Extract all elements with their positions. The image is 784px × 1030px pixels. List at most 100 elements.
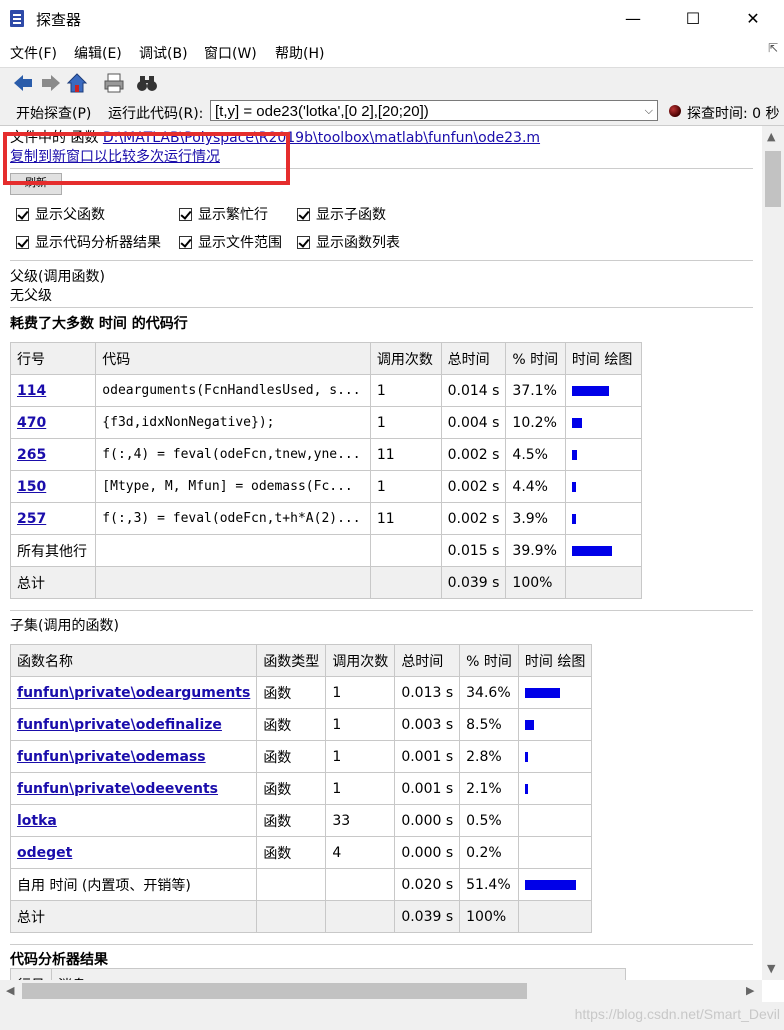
table-header-row: 行号 消息 xyxy=(10,968,626,980)
show-analyzer-checkbox[interactable]: 显示代码分析器结果 xyxy=(16,232,161,252)
show-file-coverage-checkbox[interactable]: 显示文件范围 xyxy=(179,232,282,252)
function-type-cell: 函数 xyxy=(256,708,327,741)
print-icon[interactable] xyxy=(103,72,125,94)
table-row: 114 odearguments(FcnHandlesUsed, s... 1 … xyxy=(9,374,643,407)
function-name-link[interactable]: lotka xyxy=(17,813,57,829)
line-number-link[interactable]: 470 xyxy=(17,415,46,431)
watermark-text: https://blog.csdn.net/Smart_Devil xyxy=(574,1006,780,1022)
calls-cell: 1 xyxy=(369,470,442,503)
analyzer-table: 行号 消息 xyxy=(10,968,626,980)
chevron-down-icon[interactable]: ⌵ xyxy=(645,101,653,122)
function-name-link[interactable]: funfun\private\odeevents xyxy=(17,781,218,797)
menu-overflow-icon[interactable]: ⇱ xyxy=(768,41,778,55)
close-button[interactable]: ✕ xyxy=(730,6,776,32)
calls-cell: 33 xyxy=(325,804,396,837)
other-lines-label: 所有其他行 xyxy=(9,534,97,567)
table-row: funfun\private\odeevents 函数 1 0.001 s 2.… xyxy=(9,772,593,805)
maximize-button[interactable]: ☐ xyxy=(670,6,716,32)
divider xyxy=(10,260,753,261)
forward-arrow-icon[interactable] xyxy=(40,72,62,94)
line-number-link[interactable]: 265 xyxy=(17,447,46,463)
percent-cell: 100% xyxy=(459,900,519,933)
column-header: 函数类型 xyxy=(256,644,327,677)
find-binoculars-icon[interactable] xyxy=(136,72,158,94)
time-plot-bar xyxy=(571,545,612,556)
code-cell: {f3d,idxNonNegative}); xyxy=(95,406,371,439)
horizontal-scrollbar[interactable]: ◀ ▶ xyxy=(0,980,762,1002)
profiler-app-icon xyxy=(10,10,24,27)
show-parents-checkbox[interactable]: 显示父函数 xyxy=(16,204,105,224)
line-number-link[interactable]: 114 xyxy=(17,383,46,399)
total-row: 总计 0.039 s 100% xyxy=(9,566,643,599)
function-name-link[interactable]: funfun\private\odemass xyxy=(17,749,206,765)
function-name-link[interactable]: funfun\private\odefinalize xyxy=(17,717,222,733)
time-plot-bar xyxy=(571,481,576,492)
time-plot-bar xyxy=(571,417,582,428)
line-number-link[interactable]: 257 xyxy=(17,511,46,527)
horizontal-scroll-thumb[interactable] xyxy=(22,983,527,999)
table-row: odeget 函数 4 0.000 s 0.2% xyxy=(9,836,593,869)
checkbox-checked-icon xyxy=(179,208,192,221)
busy-lines-title: 耗费了大多数 时间 的代码行 xyxy=(10,316,188,332)
total-row: 总计 0.039 s 100% xyxy=(9,900,593,933)
column-header: 总时间 xyxy=(394,644,461,677)
vertical-scrollbar[interactable]: ▲ ▼ xyxy=(762,126,784,980)
percent-cell: 51.4% xyxy=(459,868,519,901)
menu-edit[interactable]: 编辑(E) xyxy=(74,43,122,63)
analyzer-title: 代码分析器结果 xyxy=(10,952,108,968)
time-plot-cell xyxy=(517,740,593,773)
time-cell: 0.002 s xyxy=(440,438,507,471)
function-name-link[interactable]: funfun\private\odearguments xyxy=(17,685,250,701)
show-function-listing-checkbox[interactable]: 显示函数列表 xyxy=(297,232,400,252)
parents-title: 父级(调用函数) xyxy=(10,269,105,285)
toolbar xyxy=(0,67,784,99)
time-plot-bar xyxy=(571,385,609,396)
scroll-left-icon[interactable]: ◀ xyxy=(6,984,14,997)
time-plot-cell xyxy=(564,406,643,439)
menu-help[interactable]: 帮助(H) xyxy=(275,43,324,63)
title-bar: 探查器 — ☐ ✕ xyxy=(0,0,784,38)
menu-debug[interactable]: 调试(B) xyxy=(139,43,188,63)
back-arrow-icon[interactable] xyxy=(12,72,34,94)
column-header: 行号 xyxy=(10,968,52,980)
scroll-up-icon[interactable]: ▲ xyxy=(767,130,775,143)
function-name-link[interactable]: odeget xyxy=(17,845,72,861)
table-row: funfun\private\odearguments 函数 1 0.013 s… xyxy=(9,676,593,709)
column-header: 行号 xyxy=(9,342,97,375)
window-title: 探查器 xyxy=(36,11,82,29)
calls-cell: 1 xyxy=(325,708,396,741)
time-cell: 0.001 s xyxy=(394,740,461,773)
time-plot-bar xyxy=(524,751,528,762)
run-code-input[interactable]: [t,y] = ode23('lotka',[0 2],[20;20]) ⌵ xyxy=(210,100,658,121)
function-type-cell: 函数 xyxy=(256,836,327,869)
percent-cell: 100% xyxy=(505,566,566,599)
show-children-checkbox[interactable]: 显示子函数 xyxy=(297,204,386,224)
calls-cell: 11 xyxy=(369,438,442,471)
percent-cell: 37.1% xyxy=(505,374,566,407)
column-header: 函数名称 xyxy=(9,644,258,677)
line-number-link[interactable]: 150 xyxy=(17,479,46,495)
time-cell: 0.039 s xyxy=(440,566,507,599)
calls-cell: 1 xyxy=(325,772,396,805)
function-type-cell: 函数 xyxy=(256,740,327,773)
profile-status-icon xyxy=(669,105,681,117)
home-icon[interactable] xyxy=(66,72,88,94)
menu-bar: 文件(F) 编辑(E) 调试(B) 窗口(W) 帮助(H) ⇱ xyxy=(0,38,784,66)
scroll-down-icon[interactable]: ▼ xyxy=(767,962,775,975)
children-title: 子集(调用的函数) xyxy=(10,618,119,634)
vertical-scroll-thumb[interactable] xyxy=(765,151,781,207)
menu-window[interactable]: 窗口(W) xyxy=(204,43,257,63)
scroll-right-icon[interactable]: ▶ xyxy=(746,984,754,997)
divider xyxy=(10,944,753,945)
annotation-highlight-box xyxy=(3,132,290,185)
show-busy-lines-checkbox[interactable]: 显示繁忙行 xyxy=(179,204,268,224)
minimize-button[interactable]: — xyxy=(610,6,656,32)
start-profiling-button[interactable]: 开始探查(P) xyxy=(16,103,91,123)
total-label: 总计 xyxy=(9,566,97,599)
time-plot-bar xyxy=(571,513,576,524)
calls-cell: 4 xyxy=(325,836,396,869)
function-type-cell: 函数 xyxy=(256,772,327,805)
percent-cell: 34.6% xyxy=(459,676,519,709)
menu-file[interactable]: 文件(F) xyxy=(10,43,57,63)
percent-cell: 2.1% xyxy=(459,772,519,805)
